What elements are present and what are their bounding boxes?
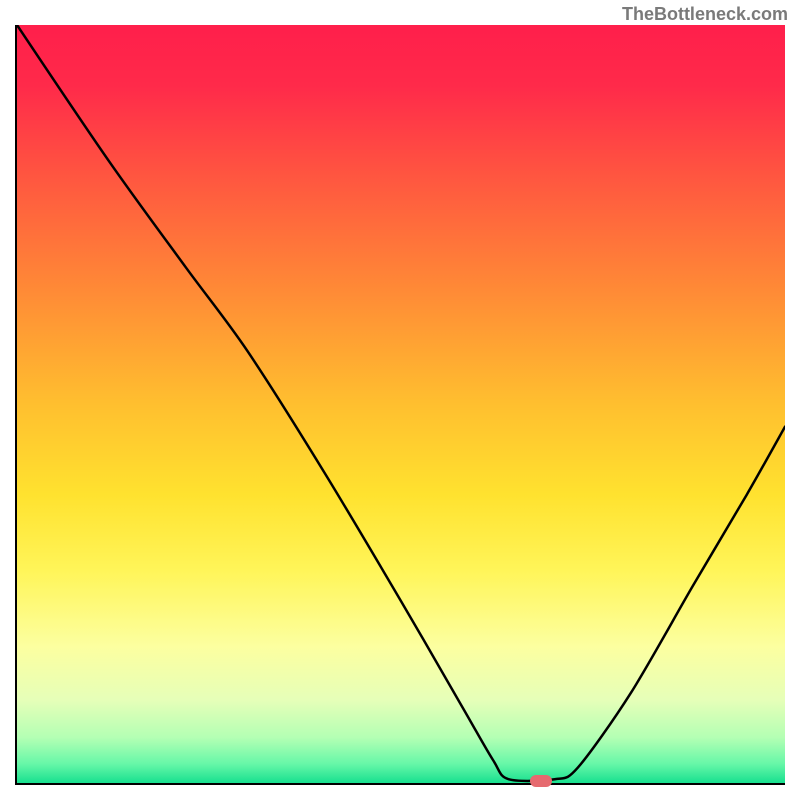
chart-container: TheBottleneck.com bbox=[0, 0, 800, 800]
curve-layer bbox=[17, 25, 785, 783]
watermark-text: TheBottleneck.com bbox=[622, 4, 788, 25]
optimal-marker bbox=[530, 775, 552, 787]
plot-area bbox=[15, 25, 785, 785]
bottleneck-curve bbox=[17, 25, 785, 781]
